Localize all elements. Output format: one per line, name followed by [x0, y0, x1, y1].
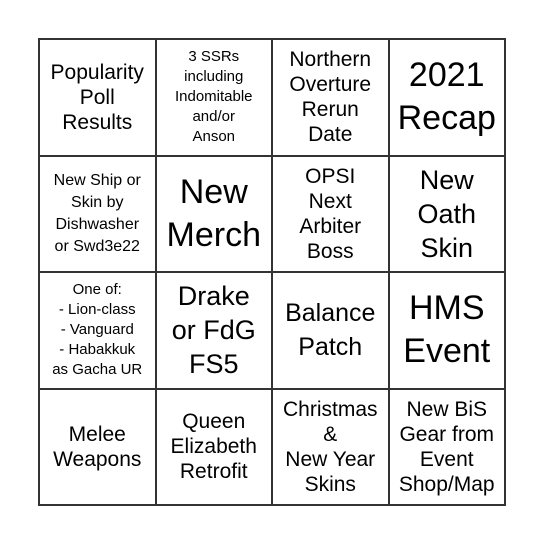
- bingo-cell[interactable]: Drake or FdG FS5: [155, 272, 272, 389]
- bingo-cell[interactable]: HMS Event: [388, 272, 505, 389]
- bingo-cell[interactable]: Queen Elizabeth Retrofit: [155, 388, 272, 505]
- bingo-cell[interactable]: New Merch: [155, 155, 272, 272]
- bingo-cell[interactable]: 3 SSRs including Indomitable and/or Anso…: [155, 39, 272, 156]
- bingo-cell[interactable]: Northern Overture Rerun Date: [272, 39, 389, 156]
- bingo-cell[interactable]: Popularity Poll Results: [39, 39, 156, 156]
- bingo-cell[interactable]: OPSI Next Arbiter Boss: [272, 155, 389, 272]
- bingo-card: Popularity Poll Results 3 SSRs including …: [38, 38, 506, 506]
- bingo-cell[interactable]: Christmas & New Year Skins: [272, 388, 389, 505]
- bingo-cell[interactable]: 2021 Recap: [388, 39, 505, 156]
- bingo-cell[interactable]: New Oath Skin: [388, 155, 505, 272]
- bingo-cell[interactable]: Melee Weapons: [39, 388, 156, 505]
- bingo-cell[interactable]: Balance Patch: [272, 272, 389, 389]
- bingo-cell[interactable]: New Ship or Skin by Dishwasher or Swd3e2…: [39, 155, 156, 272]
- bingo-cell[interactable]: New BiS Gear from Event Shop/Map: [388, 388, 505, 505]
- bingo-cell[interactable]: One of: - Lion-class - Vanguard - Habakk…: [39, 272, 156, 389]
